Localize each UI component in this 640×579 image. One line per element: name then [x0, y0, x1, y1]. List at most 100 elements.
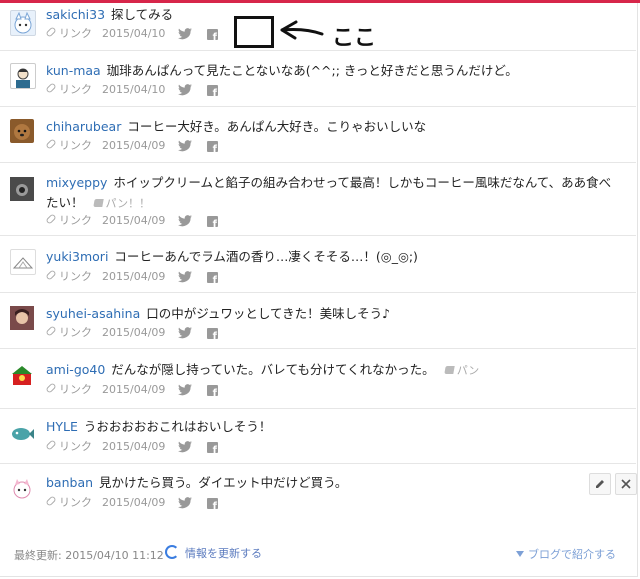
avatar[interactable]: [10, 477, 34, 501]
facebook-icon[interactable]: [207, 272, 218, 286]
comment-date: 2015/04/09: [102, 326, 166, 339]
comment-meta: リンク 2015/04/09: [45, 382, 166, 398]
annotation-box: [234, 16, 274, 48]
twitter-icon[interactable]: [178, 28, 192, 40]
comment-meta: リンク 2015/04/10: [45, 82, 166, 98]
permalink[interactable]: リンク: [59, 214, 92, 227]
twitter-icon[interactable]: [178, 384, 192, 396]
username[interactable]: syuhei-asahina: [46, 306, 140, 321]
permalink[interactable]: リンク: [59, 270, 92, 283]
avatar[interactable]: [10, 422, 34, 446]
comment-item: kun-maa 珈琲あんぱんって見たことないなあ(^^;; きっと好きだと思うん…: [0, 51, 636, 107]
link-icon: [45, 439, 57, 451]
comment-date: 2015/04/09: [102, 270, 166, 283]
comment-text: 口の中がジュワッとしてきた！美味しそう♪: [146, 306, 391, 321]
facebook-icon[interactable]: [207, 141, 218, 155]
username[interactable]: ami-go40: [46, 362, 105, 377]
facebook-icon[interactable]: [207, 216, 218, 230]
triangle-down-icon: [516, 551, 524, 557]
link-icon: [45, 213, 57, 225]
comment-meta: リンク 2015/04/10: [45, 26, 166, 42]
comment-item: yuki3mori コーヒーあんでラム酒の香り…凄くそそる…！(◎_◎;) リン…: [0, 236, 636, 293]
facebook-icon[interactable]: [207, 385, 218, 399]
username[interactable]: kun-maa: [46, 63, 101, 78]
permalink[interactable]: リンク: [59, 383, 92, 396]
username[interactable]: yuki3mori: [46, 249, 108, 264]
comment-meta: リンク 2015/04/09: [45, 213, 166, 229]
permalink[interactable]: リンク: [59, 139, 92, 152]
twitter-icon[interactable]: [178, 84, 192, 96]
permalink[interactable]: リンク: [59, 496, 92, 509]
permalink[interactable]: リンク: [59, 83, 92, 96]
link-icon: [45, 26, 57, 38]
refresh-link[interactable]: 情報を更新する: [165, 545, 262, 561]
comment-item: banban 見かけたら買う。ダイエット中だけど買う。 リンク 2015/04/0…: [0, 464, 637, 520]
comment-date: 2015/04/09: [102, 214, 166, 227]
tag-label[interactable]: パン: [443, 364, 479, 377]
annotation-label: ここ: [332, 26, 377, 51]
username[interactable]: HYLE: [46, 419, 78, 434]
link-icon: [45, 82, 57, 94]
facebook-icon[interactable]: [207, 29, 218, 43]
comment-date: 2015/04/09: [102, 139, 166, 152]
comment-meta: リンク 2015/04/09: [45, 495, 165, 511]
sketch-avatar-icon: [12, 257, 34, 269]
person-avatar-icon: [10, 306, 34, 330]
comment-item: syuhei-asahina 口の中がジュワッとしてきた！美味しそう♪ リンク 2…: [0, 293, 636, 349]
twitter-icon[interactable]: [178, 140, 192, 152]
annotation-arrow-icon: [280, 20, 324, 40]
avatar[interactable]: [10, 177, 34, 201]
twitter-icon[interactable]: [178, 215, 192, 227]
twitter-icon[interactable]: [178, 271, 192, 283]
facebook-icon[interactable]: [207, 328, 218, 342]
comment-text: コーヒー大好き。あんぱん大好き。こりゃおいしいな: [127, 119, 427, 134]
edit-button[interactable]: [589, 473, 611, 495]
username[interactable]: chiharubear: [46, 119, 121, 134]
twitter-icon[interactable]: [178, 327, 192, 339]
comment-meta: リンク 2015/04/09: [45, 325, 166, 341]
facebook-icon[interactable]: [207, 498, 218, 512]
avatar[interactable]: [10, 249, 36, 275]
comment-item: ami-go40 だんなが隠し持っていた。バレても分けてくれなかった。 パン リン…: [0, 349, 636, 409]
username[interactable]: banban: [46, 475, 93, 490]
last-updated: 最終更新: 2015/04/10 11:12: [14, 549, 164, 562]
comment-meta: リンク 2015/04/09: [45, 439, 166, 455]
avatar[interactable]: [10, 306, 34, 330]
cat-avatar-icon: [14, 11, 32, 34]
link-icon: [45, 325, 57, 337]
permalink[interactable]: リンク: [59, 326, 92, 339]
comment-date: 2015/04/10: [102, 27, 166, 40]
character-avatar-icon: [12, 366, 32, 385]
link-icon: [45, 382, 57, 394]
avatar[interactable]: [10, 63, 36, 89]
twitter-icon[interactable]: [178, 441, 192, 453]
comment-date: 2015/04/10: [102, 83, 166, 96]
facebook-icon[interactable]: [207, 85, 218, 99]
username[interactable]: sakichi33: [46, 7, 105, 22]
tag-icon: [443, 366, 455, 374]
comment-text: うおおおおおこれはおいしそう！: [83, 419, 272, 434]
twitter-icon[interactable]: [178, 497, 192, 509]
link-icon: [45, 495, 57, 507]
permalink[interactable]: リンク: [59, 440, 92, 453]
blog-share-link[interactable]: ブログで紹介する: [516, 546, 616, 562]
avatar[interactable]: [10, 10, 36, 36]
delete-button[interactable]: [615, 473, 637, 495]
comment-item: HYLE うおおおおおこれはおいしそう！ リンク 2015/04/09: [0, 409, 636, 464]
comment-text: 珈琲あんぱんって見たことないなあ(^^;; きっと好きだと思うんだけど。: [106, 63, 518, 78]
username[interactable]: mixyeppy: [46, 175, 107, 190]
pencil-icon: [596, 480, 604, 488]
comment-item: mixyeppy ホイップクリームと餡子の組み合わせって最高！しかもコーヒー風味…: [0, 163, 636, 236]
close-icon: [621, 479, 631, 489]
comment-date: 2015/04/09: [102, 440, 166, 453]
cat-avatar-icon: [13, 479, 31, 499]
avatar[interactable]: [10, 363, 34, 387]
tag-label[interactable]: パン！！: [92, 197, 150, 210]
fish-avatar-icon: [12, 428, 34, 440]
facebook-icon[interactable]: [207, 442, 218, 456]
permalink[interactable]: リンク: [59, 27, 92, 40]
comment-date: 2015/04/09: [102, 383, 166, 396]
avatar[interactable]: [10, 119, 34, 143]
comment-text: 探してみる: [111, 7, 174, 22]
comment-text: コーヒーあんでラム酒の香り…凄くそそる…！(◎_◎;): [114, 249, 418, 264]
